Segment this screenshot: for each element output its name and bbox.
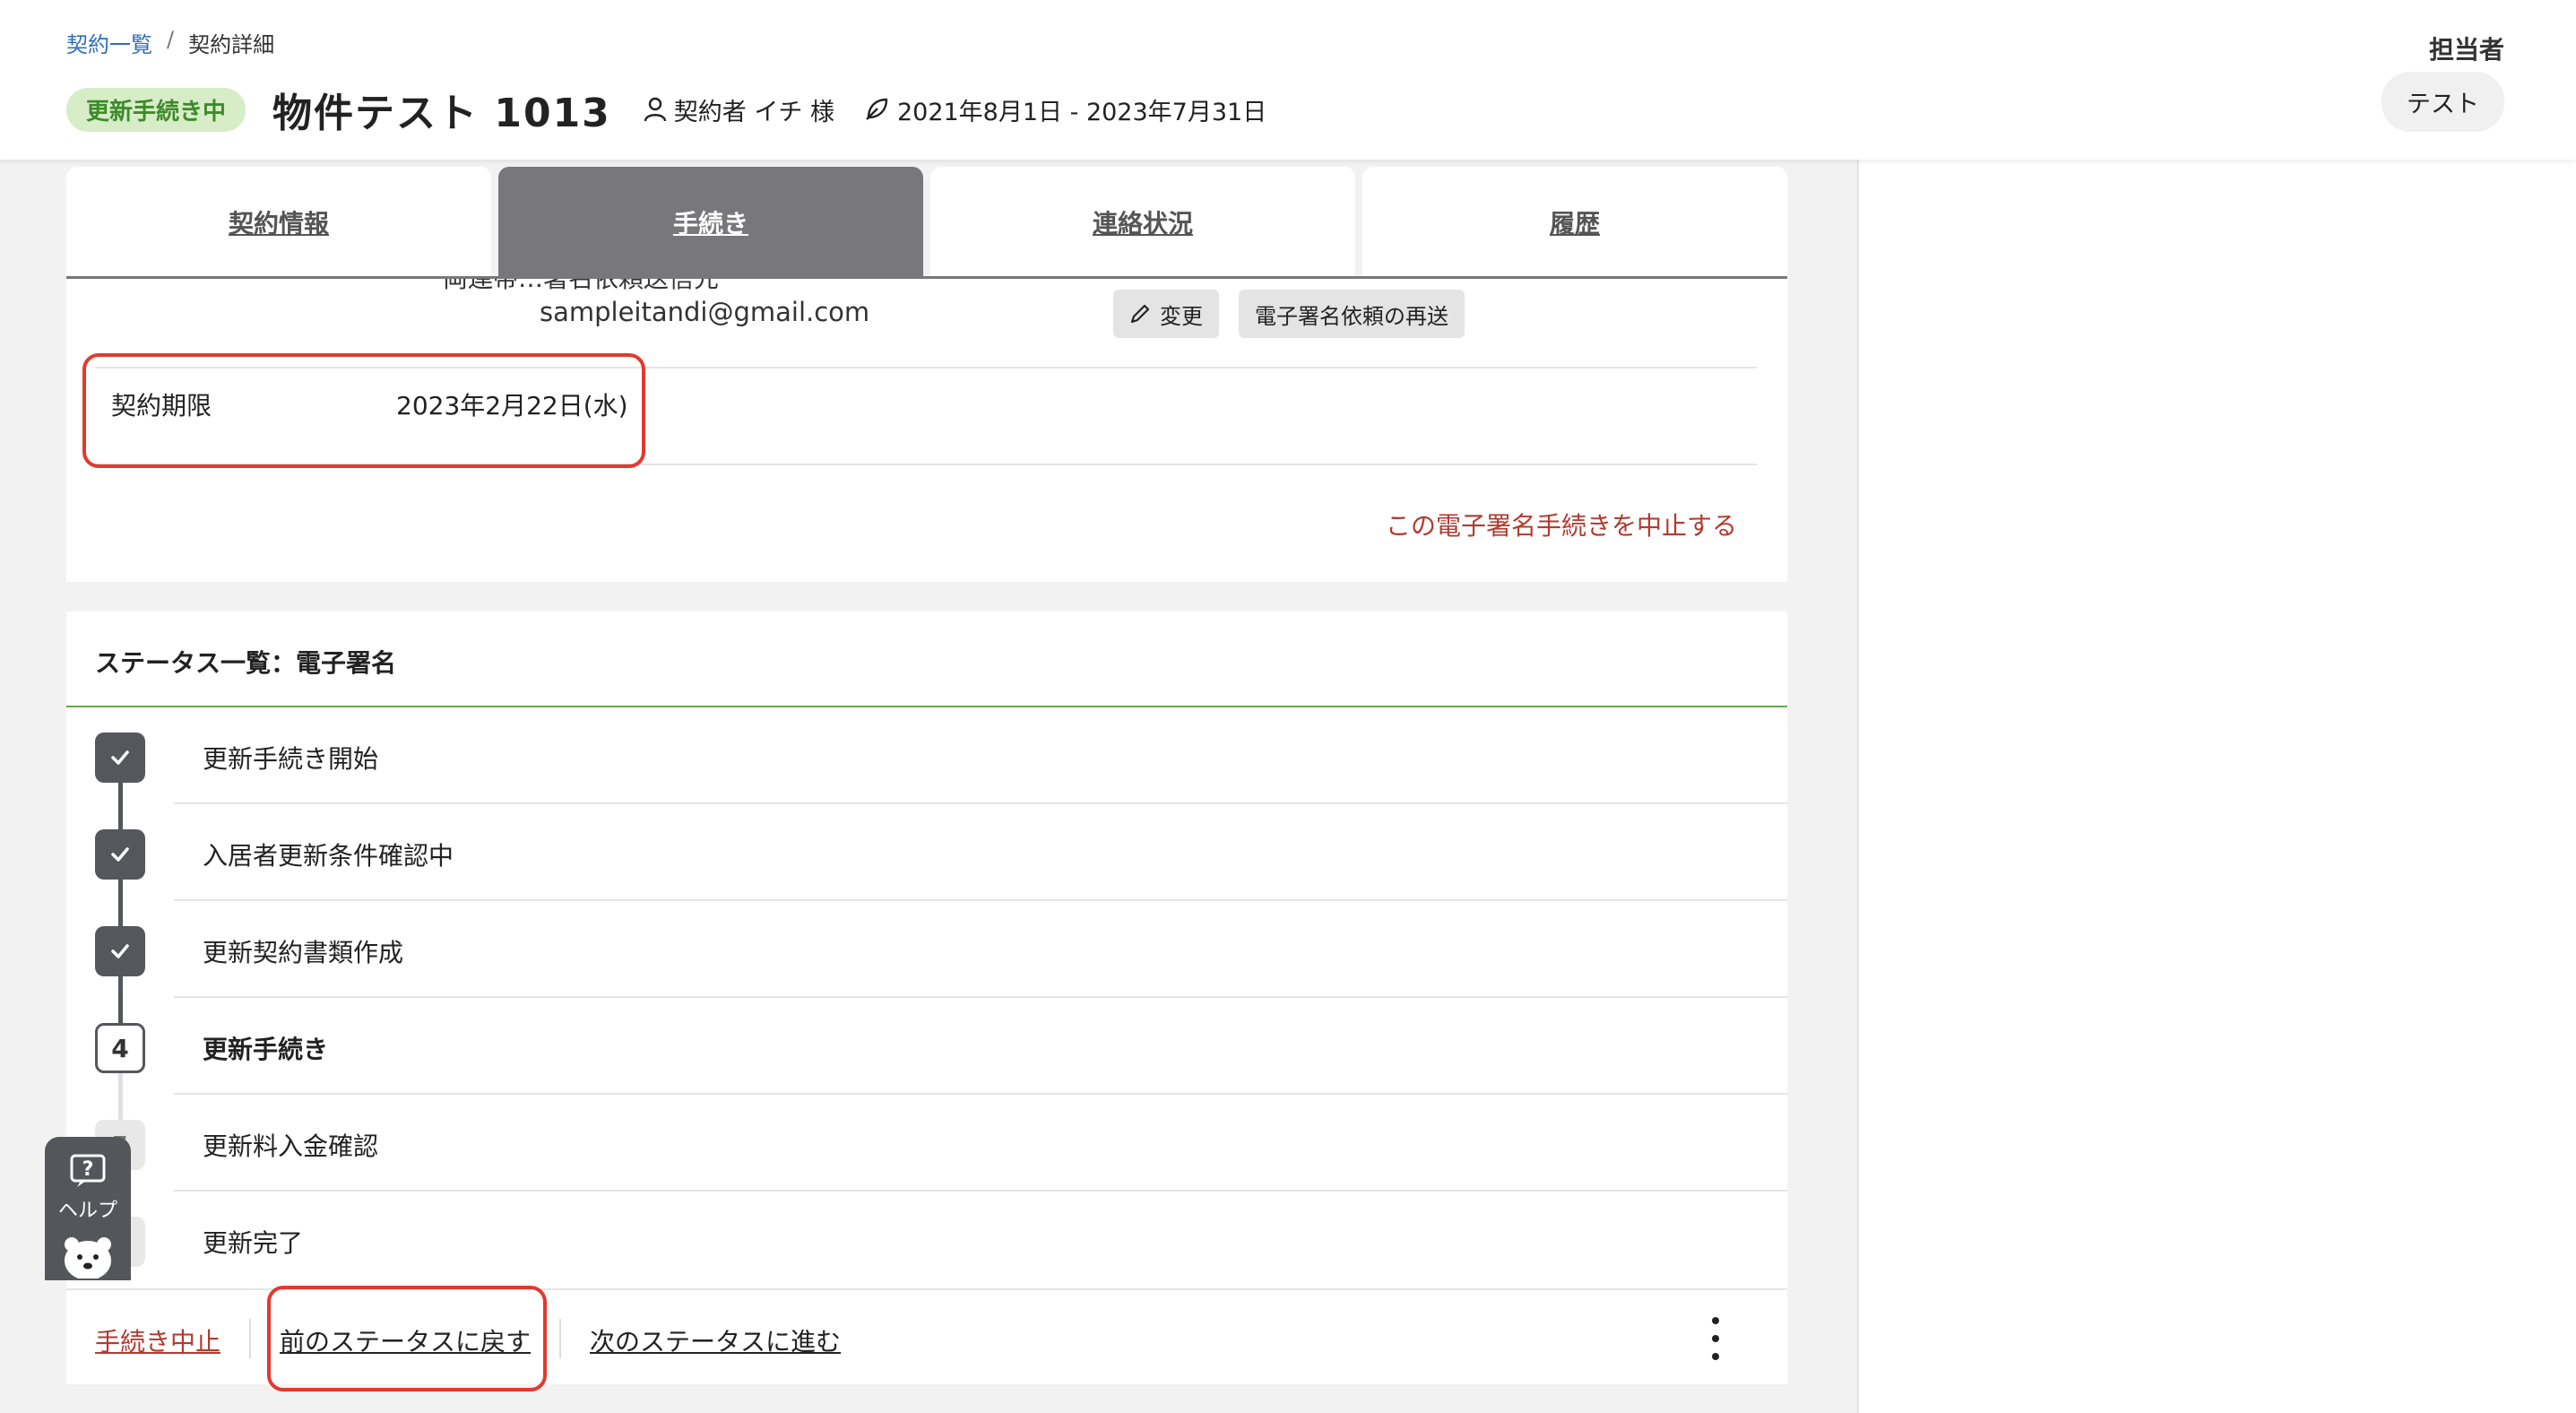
status-list-card: ステータス一覧：電子署名 更新手続き開始 入居者更新条件確認中 更新契約書類作成… bbox=[66, 611, 1787, 1384]
status-step: 入居者更新条件確認中 bbox=[66, 804, 1787, 901]
stop-procedure-link[interactable]: 手続き中止 bbox=[95, 1322, 220, 1358]
status-step-label: 更新料入金確認 bbox=[203, 1131, 379, 1161]
change-button[interactable]: 変更 bbox=[1113, 290, 1219, 338]
tab-procedure[interactable]: 手続き bbox=[498, 167, 923, 278]
status-step-label: 更新手続き bbox=[203, 1035, 329, 1064]
status-step-label: 更新契約書類作成 bbox=[203, 938, 404, 967]
help-label: ヘルプ bbox=[57, 1200, 117, 1222]
resend-esign-button[interactable]: 電子署名依頼の再送 bbox=[1239, 290, 1465, 338]
status-step-current: 4 更新手続き bbox=[66, 998, 1787, 1095]
tab-history[interactable]: 履歴 bbox=[1362, 167, 1787, 278]
assignee-chip[interactable]: テスト bbox=[2382, 72, 2504, 132]
help-widget[interactable]: ? ヘルプ bbox=[45, 1137, 131, 1280]
status-step: 6 更新完了 bbox=[66, 1192, 1787, 1288]
step-number: 4 bbox=[95, 1023, 145, 1073]
svg-text:?: ? bbox=[82, 1158, 94, 1181]
help-question-icon: ? bbox=[70, 1154, 106, 1187]
contractor-name: 契約者 イチ 様 bbox=[673, 98, 834, 126]
change-button-label: 変更 bbox=[1160, 303, 1203, 329]
title-row: 更新手続き中 物件テスト 1013 契約者 イチ 様 2021年8月1日 - 2… bbox=[66, 82, 1295, 136]
tab-bar: 契約情報 手続き 連絡状況 履歴 bbox=[66, 167, 1787, 278]
mascot-bear-icon bbox=[65, 1237, 111, 1279]
check-icon bbox=[95, 733, 145, 783]
highlight-prev-status bbox=[267, 1286, 547, 1391]
pencil-icon bbox=[1130, 304, 1150, 324]
status-step: 5 更新料入金確認 bbox=[66, 1095, 1787, 1192]
breadcrumb-contract-list[interactable]: 契約一覧 bbox=[66, 27, 152, 58]
contract-period: 2021年8月1日 - 2023年7月31日 bbox=[863, 92, 1266, 127]
status-badge: 更新手続き中 bbox=[66, 87, 246, 132]
separator bbox=[559, 1319, 561, 1358]
status-step-label: 更新完了 bbox=[203, 1228, 304, 1258]
page-title: 物件テスト 1013 bbox=[272, 91, 611, 136]
person-icon bbox=[644, 97, 666, 122]
status-step: 更新契約書類作成 bbox=[66, 901, 1787, 998]
tab-contact-status[interactable]: 連絡状況 bbox=[930, 167, 1355, 278]
recipient-email: sampleitandi@gmail.com bbox=[540, 297, 870, 327]
stop-esign-link[interactable]: この電子署名手続きを中止する bbox=[1386, 507, 1737, 542]
feather-pen-icon bbox=[866, 98, 888, 120]
more-menu-icon[interactable] bbox=[1707, 1317, 1725, 1360]
cut-off-text: 両連帯…署名依頼送信先 bbox=[443, 279, 719, 295]
separator bbox=[249, 1319, 251, 1358]
tab-underline bbox=[66, 276, 1787, 279]
next-status-link[interactable]: 次のステータスに進む bbox=[590, 1322, 841, 1358]
status-step-label: 更新手続き開始 bbox=[203, 744, 379, 774]
breadcrumb-separator: / bbox=[167, 27, 175, 52]
right-panel bbox=[1857, 160, 2576, 1413]
breadcrumb-current: 契約詳細 bbox=[188, 32, 275, 57]
check-icon bbox=[95, 829, 145, 880]
contractor-info: 契約者 イチ 様 bbox=[644, 92, 834, 127]
breadcrumb: 契約一覧 / 契約詳細 bbox=[66, 27, 274, 58]
status-step: 更新手続き開始 bbox=[66, 707, 1787, 804]
assignee-label: 担当者 bbox=[2428, 35, 2504, 65]
status-step-label: 入居者更新条件確認中 bbox=[203, 841, 454, 871]
highlight-deadline bbox=[82, 353, 645, 468]
tab-contract-info[interactable]: 契約情報 bbox=[66, 167, 491, 278]
check-icon bbox=[95, 926, 145, 976]
period-text: 2021年8月1日 - 2023年7月31日 bbox=[896, 98, 1267, 126]
status-list-title: ステータス一覧：電子署名 bbox=[95, 648, 397, 678]
page-header: 契約一覧 / 契約詳細 更新手続き中 物件テスト 1013 契約者 イチ 様 2… bbox=[0, 0, 2576, 160]
